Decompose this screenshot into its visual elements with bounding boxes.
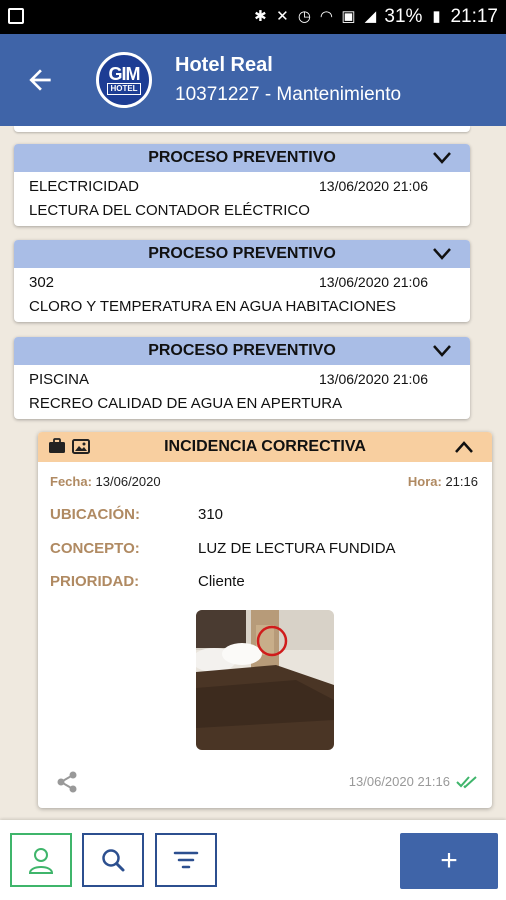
battery-icon: ▮: [432, 8, 441, 25]
preventive-card[interactable]: PROCESO PREVENTIVO PISCINA 13/06/2020 21…: [14, 337, 470, 419]
card-body: ELECTRICIDAD 13/06/2020 21:06 LECTURA DE…: [14, 172, 470, 226]
status-bar: ✱ ✕ ◷ ◠ ▣ ◢ 31% ▮ 21:17: [0, 0, 506, 34]
clock-time: 21:17: [450, 6, 498, 27]
add-plus-icon: +: [440, 844, 458, 877]
priority-label: PRIORIDAD:: [50, 573, 140, 590]
user-button[interactable]: [10, 833, 72, 887]
chevron-up-icon[interactable]: [454, 440, 474, 454]
photo-icon: [72, 439, 90, 454]
date-value: 13/06/2020: [95, 474, 161, 489]
incident-footer-datetime: 13/06/2020 21:16: [348, 774, 450, 789]
back-arrow-icon[interactable]: [24, 64, 56, 96]
filter-icon: [173, 851, 199, 869]
bluetooth-icon: ✱: [254, 8, 267, 25]
status-icons: ✱ ✕ ◷ ◠ ▣ ◢ 31% ▮ 21:17: [252, 4, 498, 30]
incident-header-title: INCIDENCIA CORRECTIVA: [164, 438, 366, 455]
bottom-toolbar: +: [0, 820, 506, 900]
card-category: ELECTRICIDAD: [29, 178, 140, 195]
share-icon[interactable]: [56, 770, 78, 794]
card-description: LECTURA DEL CONTADOR ELÉCTRICO: [29, 202, 310, 219]
incident-date: Fecha: 13/06/2020: [50, 474, 161, 489]
card-header-title: PROCESO PREVENTIVO: [148, 245, 336, 262]
location-label: UBICACIÓN:: [50, 506, 140, 523]
card-header: PROCESO PREVENTIVO: [14, 337, 470, 365]
incident-header-icons: [48, 438, 90, 454]
gallery-notification-icon: [8, 8, 24, 24]
task-list[interactable]: PROCESO PREVENTIVO ELECTRICIDAD 13/06/20…: [0, 126, 506, 820]
incident-header: INCIDENCIA CORRECTIVA: [38, 432, 492, 462]
card-datetime: 13/06/2020 21:06: [319, 274, 428, 290]
incident-time: Hora: 21:16: [408, 474, 478, 489]
card-category: PISCINA: [29, 371, 90, 388]
card-description: RECREO CALIDAD DE AGUA EN APERTURA: [29, 395, 343, 412]
signal-icon: ◢: [364, 8, 377, 25]
battery-percent: 31%: [384, 6, 423, 27]
mute-icon: ✕: [276, 8, 289, 25]
card-header: PROCESO PREVENTIVO: [14, 144, 470, 172]
chevron-down-icon[interactable]: [432, 151, 452, 165]
card-header-title: PROCESO PREVENTIVO: [148, 149, 336, 166]
chevron-down-icon[interactable]: [432, 344, 452, 358]
incident-footer: 13/06/2020 21:16: [349, 774, 478, 789]
chevron-down-icon[interactable]: [432, 247, 452, 261]
priority-value: Cliente: [198, 573, 245, 590]
gim-hotel-logo: GIM HOTEL: [96, 52, 152, 108]
user-icon: [28, 848, 54, 874]
preventive-card[interactable]: PROCESO PREVENTIVO ELECTRICIDAD 13/06/20…: [14, 144, 470, 226]
card-body: 302 13/06/2020 21:06 CLORO Y TEMPERATURA…: [14, 268, 470, 322]
location-value: 310: [198, 506, 224, 523]
card-description: CLORO Y TEMPERATURA EN AGUA HABITACIONES: [29, 298, 397, 315]
card-header-title: PROCESO PREVENTIVO: [148, 342, 336, 359]
time-value: 21:16: [445, 474, 478, 489]
date-label: Fecha:: [50, 474, 92, 489]
add-button[interactable]: +: [400, 833, 498, 889]
page-subtitle: 10371227 - Mantenimiento: [175, 84, 402, 105]
logo-subtext: HOTEL: [107, 83, 141, 95]
data-icon: ▣: [341, 8, 356, 25]
alarm-icon: ◷: [297, 8, 311, 25]
incident-photo[interactable]: [196, 610, 334, 750]
concept-value: LUZ DE LECTURA FUNDIDA: [198, 540, 396, 557]
app-bar: GIM HOTEL Hotel Real 10371227 - Mantenim…: [0, 34, 506, 126]
double-check-icon: [456, 775, 477, 788]
briefcase-icon: [49, 438, 65, 453]
card-datetime: 13/06/2020 21:06: [319, 178, 428, 194]
time-label: Hora:: [407, 474, 442, 489]
preventive-card[interactable]: PROCESO PREVENTIVO 302 13/06/2020 21:06 …: [14, 240, 470, 322]
filter-button[interactable]: [155, 833, 217, 887]
concept-label: CONCEPTO:: [50, 540, 140, 557]
search-icon: [102, 849, 125, 872]
card-body: PISCINA 13/06/2020 21:06 RECREO CALIDAD …: [14, 365, 470, 419]
card-header: PROCESO PREVENTIVO: [14, 240, 470, 268]
logo-text: GIM: [108, 64, 141, 84]
page-title: Hotel Real: [175, 54, 273, 76]
card-datetime: 13/06/2020 21:06: [319, 371, 428, 387]
card-category: 302: [29, 274, 55, 291]
search-button[interactable]: [82, 833, 144, 887]
previous-card-bottom: [14, 126, 470, 132]
corrective-incident-card[interactable]: INCIDENCIA CORRECTIVA Fecha: 13/06/2020 …: [38, 432, 492, 808]
wifi-icon: ◠: [319, 8, 333, 25]
